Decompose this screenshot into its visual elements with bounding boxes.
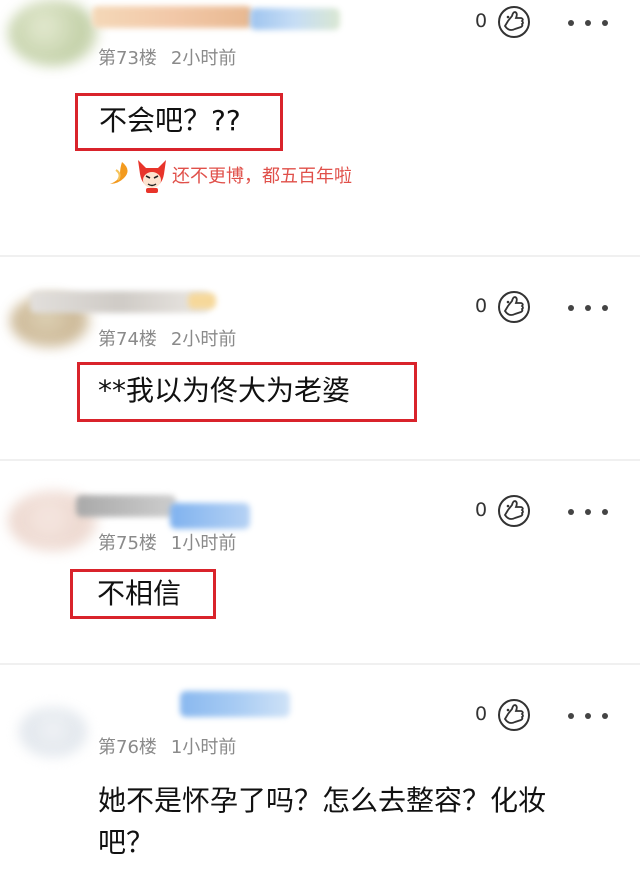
comment-text: **我以为佟大为老婆	[98, 374, 351, 407]
floor-number: 第76楼	[98, 737, 157, 758]
comment-meta: 第76楼 1小时前	[98, 733, 236, 759]
comment-meta: 第73楼 2小时前	[98, 44, 236, 70]
fox-emoji-icon	[138, 160, 166, 193]
comment-75: 第75楼 1小时前 0 不相信	[0, 461, 640, 663]
more-options-icon[interactable]	[568, 506, 608, 518]
username-blurred[interactable]	[76, 495, 176, 517]
thumbs-up-face-icon[interactable]	[496, 493, 532, 529]
more-options-icon[interactable]	[568, 710, 608, 722]
reply-snippet[interactable]: 还不更博，都五百年啦	[108, 155, 352, 195]
timestamp: 1小时前	[170, 533, 237, 554]
reply-text: 还不更博，都五百年啦	[172, 166, 352, 187]
like-count: 0	[475, 499, 488, 521]
like-count: 0	[475, 10, 488, 32]
floor-number: 第75楼	[98, 533, 157, 554]
comment-text-line-2: 吧？	[98, 826, 155, 859]
comment-73: 第73楼 2小时前 0 不会吧？?? 还不更博，都五百年啦	[0, 0, 640, 255]
comment-meta: 第75楼 1小时前	[98, 529, 236, 555]
user-badge-blurred	[170, 503, 250, 529]
floor-number: 第74楼	[98, 329, 157, 350]
comment-text: 不会吧？??	[99, 104, 241, 137]
floor-number: 第73楼	[98, 48, 157, 69]
like-count: 0	[475, 295, 488, 317]
user-badge-blurred	[250, 8, 340, 30]
timestamp: 2小时前	[170, 48, 237, 69]
timestamp: 1小时前	[170, 737, 237, 758]
like-count: 0	[475, 703, 488, 725]
comment-meta: 第74楼 2小时前	[98, 325, 236, 351]
comment-text-line-1: 她不是怀孕了吗？怎么去整容？化妆	[98, 784, 547, 817]
thumbs-up-face-icon[interactable]	[496, 4, 532, 40]
comment-76: 第76楼 1小时前 0 她不是怀孕了吗？怎么去整容？化妆 吧？	[0, 665, 640, 879]
comment-text: 不相信	[97, 577, 182, 610]
thumbs-up-face-icon[interactable]	[496, 697, 532, 733]
more-options-icon[interactable]	[568, 17, 608, 29]
username-blurred[interactable]	[30, 291, 210, 313]
avatar[interactable]	[18, 707, 88, 757]
user-badge-blurred	[188, 293, 216, 309]
username-blurred[interactable]	[92, 6, 252, 28]
more-options-icon[interactable]	[568, 302, 608, 314]
reply-swirl-icon	[110, 162, 128, 184]
comment-74: 第74楼 2小时前 0 **我以为佟大为老婆	[0, 257, 640, 459]
thumbs-up-face-icon[interactable]	[496, 289, 532, 325]
timestamp: 2小时前	[170, 329, 237, 350]
username-blurred[interactable]	[180, 691, 290, 717]
avatar[interactable]	[8, 0, 98, 66]
